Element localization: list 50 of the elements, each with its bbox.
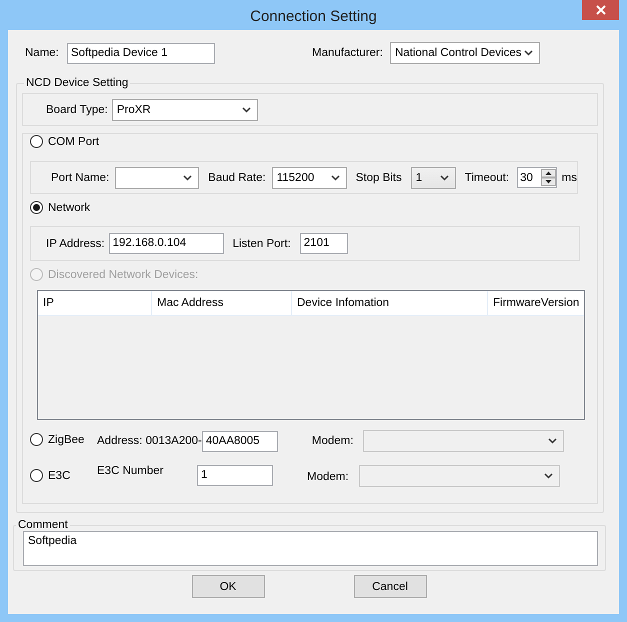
dropdown[interactable]: ProXR <box>112 98 258 120</box>
radio-button[interactable]: Network <box>30 201 90 214</box>
caret-icon <box>440 174 449 180</box>
input-field[interactable]: 2101 <box>300 233 348 254</box>
field-label: IP Address: <box>46 238 105 250</box>
radio-circle-icon <box>30 469 43 482</box>
name-field[interactable]: Softpedia Device 1 <box>67 42 215 64</box>
field-label: Address: 0013A200- <box>97 435 202 447</box>
caret-icon <box>183 174 192 180</box>
field-label: Name: <box>25 47 59 59</box>
dialog-button[interactable]: OK <box>192 575 264 598</box>
field-label: Timeout: <box>464 172 510 184</box>
caret-icon <box>524 50 533 56</box>
field-label: Manufacturer: <box>312 47 383 59</box>
comment-field[interactable]: Softpedia <box>23 531 598 566</box>
dropdown[interactable]: National Control Devices <box>390 42 540 64</box>
caret-icon <box>242 106 251 112</box>
close-button[interactable] <box>582 0 619 20</box>
field-label: Listen Port: <box>232 238 291 250</box>
group-title: NCD Device Setting <box>25 77 130 89</box>
window-title: Connection Setting <box>250 8 377 24</box>
dropdown[interactable]: 115200 <box>272 166 347 188</box>
field-label: ms <box>562 172 577 184</box>
radio-circle-icon <box>30 268 43 281</box>
field-label: Baud Rate: <box>208 172 266 184</box>
dropdown[interactable] <box>115 166 200 188</box>
radio-circle-icon <box>30 201 43 214</box>
field-label: Modem: <box>312 435 354 447</box>
radio-button[interactable]: E3C <box>30 469 70 482</box>
input-field[interactable]: 192.168.0.104 <box>108 233 224 254</box>
caret-icon <box>330 174 340 180</box>
close-icon <box>596 5 606 15</box>
field-label: Modem: <box>307 471 349 483</box>
spin-arrows-icon[interactable] <box>540 169 556 186</box>
dialog-button[interactable]: Cancel <box>354 575 426 598</box>
radio-button[interactable]: COM Port <box>30 135 100 148</box>
address-field[interactable]: 40AA8005 <box>202 430 278 452</box>
number-field[interactable]: 1 <box>197 465 273 486</box>
radio-circle-icon <box>30 135 43 148</box>
spinner-field[interactable]: 30 <box>517 167 557 188</box>
caret-icon <box>548 438 558 444</box>
field-label: Stop Bits <box>356 172 402 184</box>
radio-circle-icon <box>30 433 43 446</box>
field-label: Board Type: <box>46 104 108 116</box>
radio-button[interactable]: ZigBee <box>30 433 84 446</box>
field-label: E3C Number <box>97 465 164 477</box>
caret-icon <box>544 473 553 479</box>
dropdown[interactable]: 1 <box>410 166 456 188</box>
field-label: Port Name: <box>51 172 110 184</box>
group-title: Comment <box>17 519 69 531</box>
